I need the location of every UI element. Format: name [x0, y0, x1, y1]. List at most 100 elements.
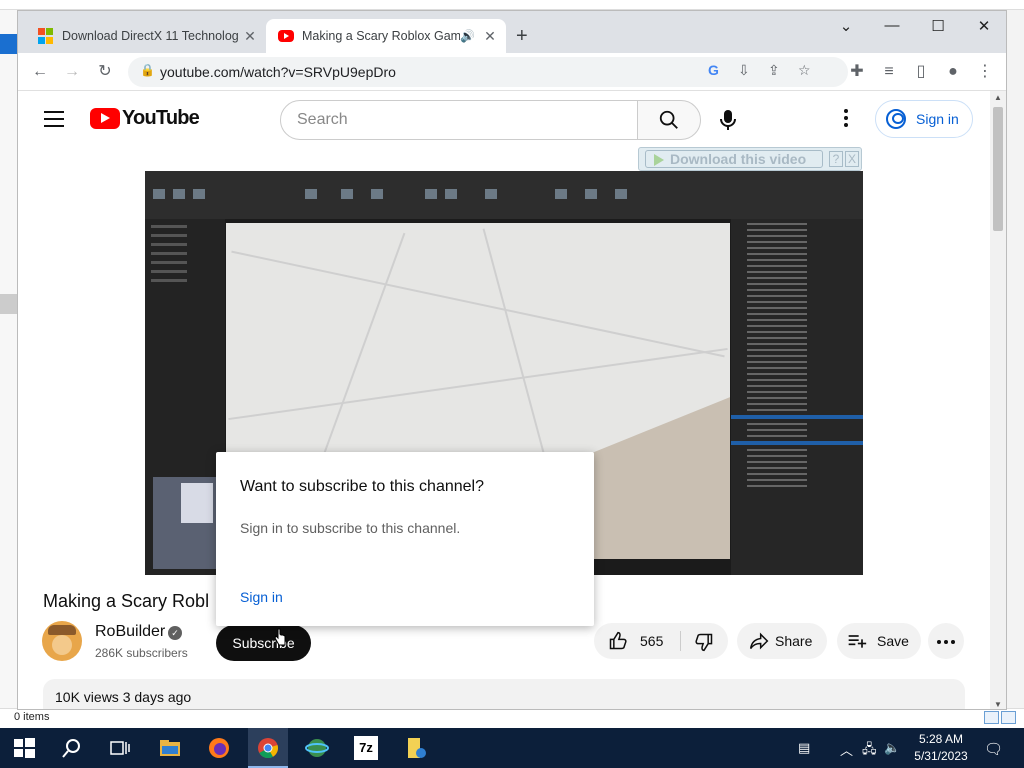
tab-youtube[interactable]: Making a Scary Roblox Game 🔊 ✕	[266, 19, 506, 53]
network-map-icon[interactable]	[305, 736, 329, 760]
clock-date: 5/31/2023	[914, 749, 968, 763]
windows-taskbar: 7z ▤ ︿ 🖧 🔈 5:28 AM 5/31/2023 🗨	[0, 728, 1024, 768]
forward-icon[interactable]: →	[61, 61, 83, 83]
scroll-up-icon[interactable]: ▲	[994, 93, 1002, 102]
media-control-icon[interactable]: ≡	[878, 61, 900, 83]
download-help-button[interactable]: ?	[829, 151, 843, 167]
like-dislike-group: 565	[594, 623, 728, 659]
save-button[interactable]: Save	[837, 623, 921, 659]
url-text[interactable]: youtube.com/watch?v=SRVpU9epDro	[160, 64, 396, 80]
google-lens-icon[interactable]: G	[708, 62, 719, 78]
new-tab-button[interactable]: +	[516, 25, 528, 48]
profile-icon[interactable]: ●	[942, 61, 964, 83]
youtube-logo[interactable]: YouTube	[90, 107, 200, 130]
details-view-icon[interactable]	[984, 711, 999, 724]
tab-title: Making a Scary Roblox Game	[302, 29, 460, 43]
windows-start-icon[interactable]	[12, 736, 36, 760]
settings-kebab-icon[interactable]	[844, 109, 848, 130]
sign-in-button[interactable]: Sign in	[875, 100, 973, 138]
search-icon[interactable]	[60, 736, 84, 760]
desktop-left-edge	[0, 10, 17, 710]
minimize-button[interactable]: —	[872, 17, 912, 34]
clock-time: 5:28 AM	[918, 732, 964, 746]
youtube-logo-text: YouTube	[122, 107, 200, 129]
audio-playing-icon[interactable]: 🔊	[460, 29, 476, 43]
install-app-icon[interactable]: ⇩	[738, 62, 750, 79]
tab-directx[interactable]: Download DirectX 11 Technolog ✕	[26, 19, 266, 53]
more-actions-button[interactable]	[928, 623, 964, 659]
account-icon	[886, 109, 906, 129]
explorer-item-count: 0 items	[14, 711, 50, 723]
youtube-favicon-icon	[278, 30, 294, 42]
share-page-icon[interactable]: ⇪	[768, 62, 780, 79]
lock-icon[interactable]: 🔒	[140, 63, 155, 77]
network-icon[interactable]: 🖧	[862, 740, 877, 762]
tab-title: Download DirectX 11 Technolog	[62, 29, 239, 43]
side-panel-icon[interactable]: ▯	[910, 61, 932, 83]
popup-sign-in-link[interactable]: Sign in	[240, 589, 283, 605]
7zip-icon[interactable]: 7z	[354, 736, 378, 760]
microsoft-logo-icon	[38, 28, 54, 44]
scroll-down-icon[interactable]: ▼	[994, 700, 1002, 709]
hand-cursor-icon	[274, 628, 286, 646]
explorer-status-bar: 0 items	[0, 708, 1024, 728]
chrome-icon[interactable]	[256, 736, 280, 760]
subscribe-button[interactable]: Subscribe	[216, 625, 311, 661]
view-toggle[interactable]	[982, 711, 1018, 726]
browser-window: Download DirectX 11 Technolog ✕ Making a…	[17, 10, 1007, 710]
system-clock[interactable]: 5:28 AM 5/31/2023	[906, 731, 976, 765]
download-video-bar: Download this video ? X	[638, 147, 862, 171]
show-hidden-icons[interactable]: ︿	[840, 740, 853, 759]
maximize-button[interactable]: ☐	[918, 17, 958, 35]
sign-in-label: Sign in	[916, 111, 959, 127]
task-view-icon[interactable]	[108, 736, 132, 760]
verified-icon: ✓	[168, 626, 182, 640]
share-label: Share	[775, 633, 813, 649]
file-explorer-icon[interactable]	[158, 736, 182, 760]
tab-search-icon[interactable]: ⌄	[826, 17, 866, 35]
channel-name[interactable]: RoBuilder	[95, 623, 165, 641]
close-window-button[interactable]: ✕	[964, 17, 1004, 35]
desktop-background-strip	[0, 0, 1024, 10]
video-frame-properties-panel	[731, 219, 863, 575]
input-indicator-icon[interactable]: ▤	[798, 740, 810, 756]
browser-menu-icon[interactable]: ⋮	[974, 61, 996, 83]
search-icon	[659, 110, 678, 129]
like-divider	[680, 631, 681, 651]
like-count[interactable]: 565	[640, 623, 663, 659]
search-button[interactable]	[637, 100, 701, 140]
microphone-icon[interactable]	[718, 108, 738, 132]
like-icon[interactable]	[608, 631, 628, 651]
view-count-date: 10K views 3 days ago	[55, 689, 192, 705]
back-icon[interactable]: ←	[29, 61, 51, 83]
tab-close-icon[interactable]: ✕	[240, 28, 260, 45]
download-video-button[interactable]: Download this video	[645, 150, 823, 168]
hamburger-menu-icon[interactable]	[44, 111, 64, 127]
reload-icon[interactable]: ↻	[94, 61, 116, 83]
video-title: Making a Scary Robl	[43, 591, 210, 611]
popup-text: Sign in to subscribe to this channel.	[240, 520, 461, 536]
subscriber-count: 286K subscribers	[95, 646, 188, 660]
dislike-icon[interactable]	[694, 632, 714, 652]
tab-strip: Download DirectX 11 Technolog ✕ Making a…	[18, 11, 1006, 53]
share-button[interactable]: Share	[737, 623, 827, 659]
firefox-icon[interactable]	[207, 736, 231, 760]
shared-folder-icon[interactable]	[404, 736, 428, 760]
volume-muted-icon[interactable]: 🔈	[884, 740, 900, 756]
download-close-button[interactable]: X	[845, 151, 859, 167]
extensions-icon[interactable]: ✚	[846, 61, 868, 83]
tiles-view-icon[interactable]	[1001, 711, 1016, 724]
scroll-thumb[interactable]	[993, 107, 1003, 231]
tab-close-icon[interactable]: ✕	[480, 28, 500, 45]
channel-avatar[interactable]	[42, 621, 82, 661]
youtube-play-icon	[90, 108, 120, 129]
bookmark-star-icon[interactable]: ☆	[798, 62, 811, 79]
address-bar[interactable]: 🔒 youtube.com/watch?v=SRVpU9epDro G ⇩ ⇪ …	[128, 57, 848, 87]
subscribe-signin-popup: Want to subscribe to this channel? Sign …	[216, 452, 594, 626]
save-label: Save	[877, 633, 909, 649]
search-input[interactable]: Search	[280, 100, 638, 140]
notification-center-icon[interactable]: 🗨	[984, 740, 1003, 758]
share-icon	[749, 632, 769, 650]
page-scrollbar[interactable]: ▲ ▼	[990, 91, 1006, 709]
description-box[interactable]: 10K views 3 days ago	[43, 679, 965, 709]
